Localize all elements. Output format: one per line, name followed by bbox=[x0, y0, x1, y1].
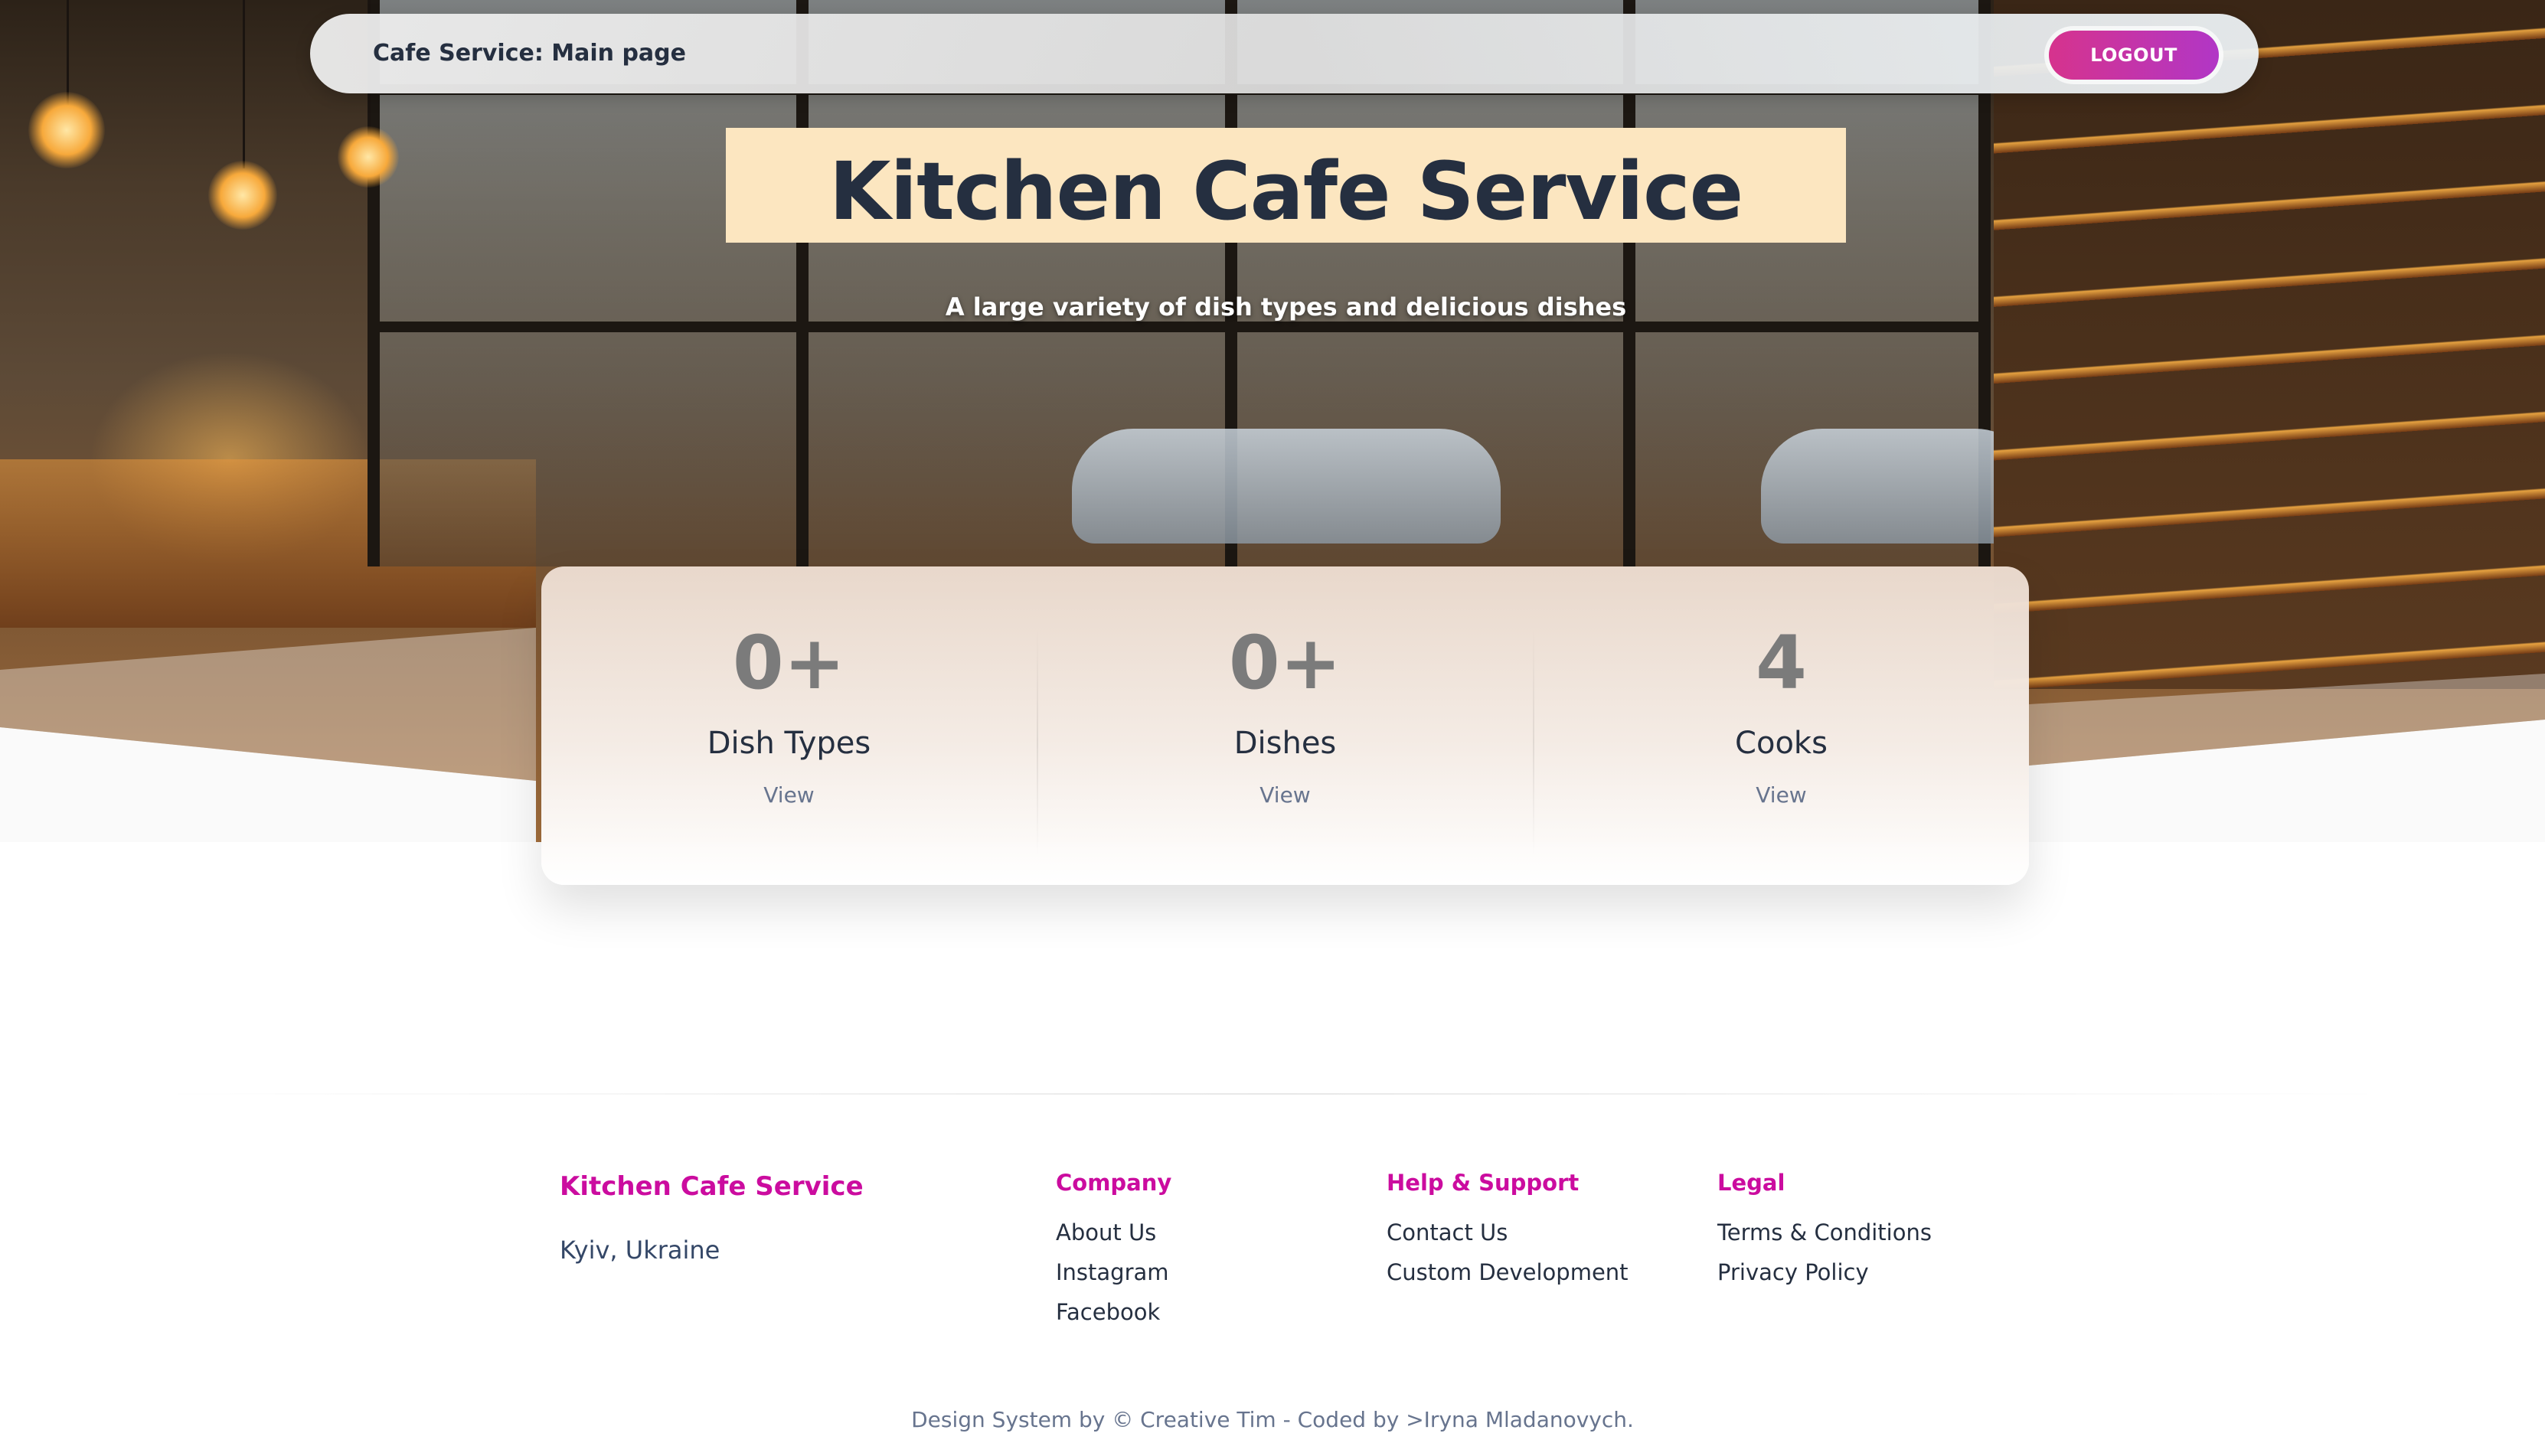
footer-link-about-us[interactable]: About Us bbox=[1056, 1213, 1171, 1252]
headline-box: Kitchen Cafe Service bbox=[726, 128, 1846, 243]
lamp-icon bbox=[338, 126, 399, 188]
footer-column-help-support: Help & Support Contact Us Custom Develop… bbox=[1387, 1170, 1629, 1292]
stat-value: 0+ bbox=[1228, 620, 1342, 706]
lamp-icon bbox=[28, 92, 105, 168]
footer-link-instagram[interactable]: Instagram bbox=[1056, 1252, 1171, 1292]
view-cooks-link[interactable]: View bbox=[1534, 782, 2029, 808]
stat-dish-types: 0+ Dish Types View bbox=[541, 566, 1037, 885]
footer-link-terms[interactable]: Terms & Conditions bbox=[1717, 1213, 1932, 1252]
copyright: Design System by © Creative Tim - Coded … bbox=[911, 1407, 1634, 1432]
footer-column-company: Company About Us Instagram Facebook bbox=[1056, 1170, 1171, 1332]
stat-label: Dishes bbox=[1233, 726, 1337, 761]
hero-subtitle: A large variety of dish types and delici… bbox=[945, 292, 1627, 322]
footer-link-facebook[interactable]: Facebook bbox=[1056, 1292, 1171, 1332]
navbar: Cafe Service: Main page LOGOUT bbox=[310, 14, 2259, 93]
car-decoration bbox=[1072, 429, 1501, 544]
lamp-icon bbox=[208, 161, 277, 230]
footer-column-legal: Legal Terms & Conditions Privacy Policy bbox=[1717, 1170, 1932, 1292]
footer-link-privacy[interactable]: Privacy Policy bbox=[1717, 1252, 1932, 1292]
stat-value: 0+ bbox=[732, 620, 846, 706]
footer-column-title: Legal bbox=[1717, 1170, 1785, 1196]
stat-label: Cooks bbox=[1735, 726, 1828, 761]
stat-dishes: 0+ Dishes View bbox=[1037, 566, 1533, 885]
stats-card: 0+ Dish Types View 0+ Dishes View 4 Cook… bbox=[541, 566, 2029, 885]
footer-column-title: Help & Support bbox=[1387, 1170, 1580, 1196]
stat-value: 4 bbox=[1756, 620, 1807, 706]
page-title: Kitchen Cafe Service bbox=[828, 145, 1743, 238]
footer-column-title: Company bbox=[1056, 1170, 1172, 1196]
view-dish-types-link[interactable]: View bbox=[541, 782, 1037, 808]
navbar-title[interactable]: Cafe Service: Main page bbox=[373, 14, 686, 93]
footer-brand: Kitchen Cafe Service bbox=[560, 1171, 864, 1202]
footer-location: Kyiv, Ukraine bbox=[560, 1236, 720, 1265]
footer-divider bbox=[153, 1093, 2392, 1095]
view-dishes-link[interactable]: View bbox=[1037, 782, 1533, 808]
footer-link-custom-development[interactable]: Custom Development bbox=[1387, 1252, 1629, 1292]
stat-cooks: 4 Cooks View bbox=[1534, 566, 2029, 885]
stat-label: Dish Types bbox=[707, 726, 871, 761]
logout-button[interactable]: LOGOUT bbox=[2049, 31, 2219, 80]
footer-link-contact-us[interactable]: Contact Us bbox=[1387, 1213, 1629, 1252]
